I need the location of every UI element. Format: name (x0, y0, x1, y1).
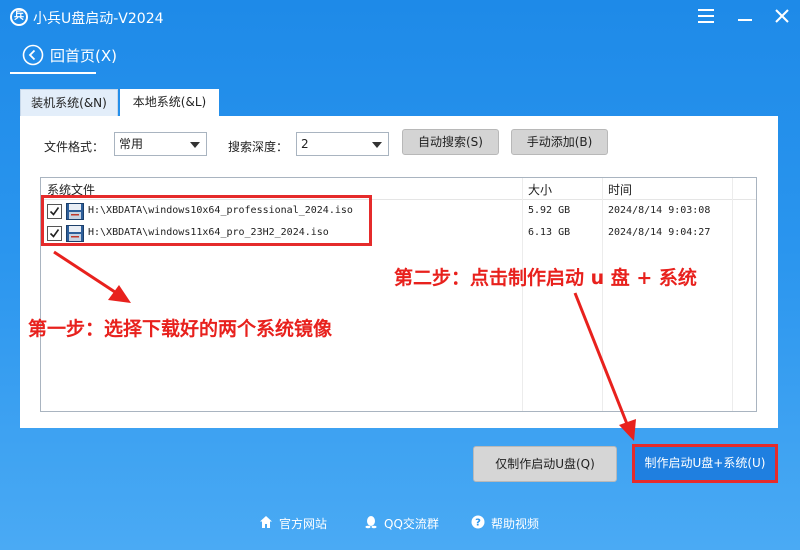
format-select[interactable]: 常用 (114, 132, 207, 156)
make-usb-with-system-button[interactable]: 制作启动U盘+系统(U) (632, 444, 778, 483)
tab-local-system[interactable]: 本地系统(&L) (120, 89, 219, 116)
make-usb-only-button[interactable]: 仅制作启动U盘(Q) (473, 446, 617, 482)
step1-annotation: 第一步：选择下载好的两个系统镜像 (28, 318, 333, 340)
file-time: 2024/8/14 9:03:08 (608, 205, 711, 216)
file-size: 6.13 GB (528, 227, 571, 238)
qq-icon (365, 516, 377, 529)
svg-text:?: ? (475, 518, 481, 529)
format-label: 文件格式： (44, 140, 105, 154)
app-logo-icon: 兵 (10, 8, 28, 26)
auto-search-button[interactable]: 自动搜索(S) (402, 129, 499, 155)
help-icon: ? (471, 515, 485, 529)
home-underline (10, 72, 96, 74)
depth-select[interactable]: 2 (296, 132, 389, 156)
title-bar: 兵 小兵U盘启动-V2024 (0, 0, 800, 34)
file-size: 5.92 GB (528, 205, 571, 216)
close-icon[interactable] (772, 6, 792, 26)
tab-install-system[interactable]: 装机系统(&N) (20, 89, 118, 116)
format-value: 常用 (119, 137, 144, 151)
step2-annotation: 第二步：点击制作启动 u 盘 + 系统 (394, 267, 697, 289)
back-arrow-icon (22, 44, 44, 66)
menu-icon[interactable] (696, 6, 716, 26)
manual-add-button[interactable]: 手动添加(B) (511, 129, 608, 155)
minimize-icon[interactable] (735, 6, 755, 26)
file-time: 2024/8/14 9:04:27 (608, 227, 711, 238)
window-title: 小兵U盘启动-V2024 (33, 11, 164, 27)
column-header-size: 大小 (528, 183, 553, 197)
depth-label: 搜索深度： (228, 140, 289, 154)
file-highlight-box (41, 195, 372, 246)
depth-value: 2 (301, 137, 309, 151)
chevron-down-icon (372, 142, 382, 148)
home-icon (260, 516, 272, 528)
column-header-time: 时间 (608, 183, 633, 197)
chevron-down-icon (190, 142, 200, 148)
home-label: 回首页(X) (50, 47, 117, 65)
